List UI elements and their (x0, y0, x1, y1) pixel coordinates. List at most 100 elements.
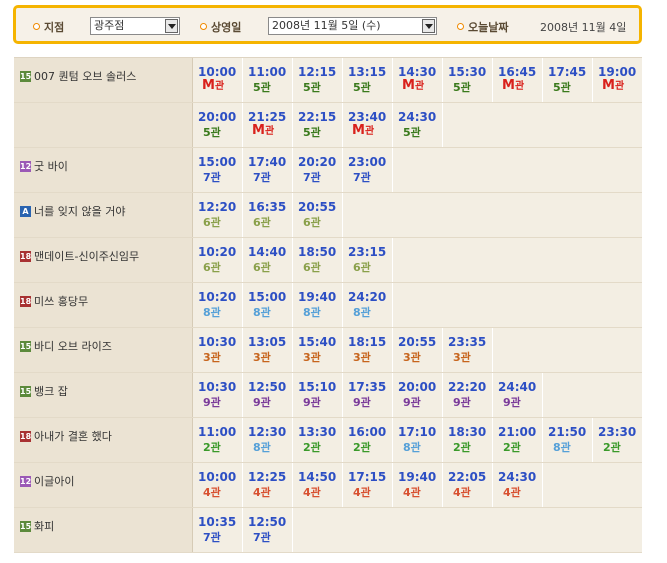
showtime-slot[interactable]: 22:05 4관 (443, 463, 493, 507)
showtime-slot[interactable]: 15:10 9관 (293, 373, 343, 417)
showtime-slot[interactable]: 23:30 2관 (593, 418, 643, 462)
showtime-time: 14:40 (248, 245, 287, 259)
showtime-slot[interactable]: 22:15 5관 (293, 103, 343, 147)
showtime-slot[interactable]: 23:40 M관 (343, 103, 393, 147)
movie-title: 너를 잊지 않을 거야 (34, 205, 126, 218)
filter-bar: 지점 광주점 상영일 2008년 11월 5일 (수) 오늘날짜 2008년 1… (13, 5, 642, 44)
showtime-slot[interactable]: 16:35 6관 (243, 193, 293, 237)
showtime-slot[interactable]: 20:55 3관 (393, 328, 443, 372)
showtime-slot[interactable]: 19:40 8관 (293, 283, 343, 327)
showtime-slot[interactable]: 20:00 5관 (193, 103, 243, 147)
showtime-slot[interactable]: 18:50 6관 (293, 238, 343, 282)
hall-label: 9관 (203, 396, 221, 409)
branch-select[interactable]: 광주점 (90, 17, 180, 35)
showtime-time: 24:40 (498, 380, 537, 394)
showtime-slot[interactable]: 12:30 8관 (243, 418, 293, 462)
showtime-slot[interactable]: 15:30 5관 (443, 58, 493, 102)
movie-title-link[interactable]: 15 뱅크 잡 (20, 385, 68, 399)
showtime-slot[interactable]: 20:00 9관 (393, 373, 443, 417)
movie-title-link[interactable]: 18 미쓰 홍당무 (20, 295, 88, 309)
showtime-slot[interactable]: 11:00 2관 (193, 418, 243, 462)
movie-title-link[interactable]: 12 이글아이 (20, 475, 74, 489)
hall-label: 2관 (353, 441, 371, 454)
showtime-time: 14:30 (398, 65, 437, 79)
showtime-slot[interactable]: 16:00 2관 (343, 418, 393, 462)
showtime-time: 21:00 (498, 425, 537, 439)
showtime-slot[interactable]: 17:40 7관 (243, 148, 293, 192)
showtime-slot[interactable]: 19:00 M관 (593, 58, 643, 102)
showtime-time: 10:20 (198, 245, 237, 259)
hall-label: 2관 (453, 441, 471, 454)
showtimes-cell: 10:00 M관 11:00 5관 12:15 5관 13:15 5관 14:30 M관 15:30… (193, 58, 643, 102)
showtime-slot[interactable]: 20:20 7관 (293, 148, 343, 192)
movie-title-link[interactable]: A 너를 잊지 않을 거야 (20, 205, 125, 219)
showtime-time: 23:30 (598, 425, 637, 439)
showtime-slot[interactable]: 21:50 8관 (543, 418, 593, 462)
showtime-slot[interactable]: 17:45 5관 (543, 58, 593, 102)
showtime-slot[interactable]: 14:40 6관 (243, 238, 293, 282)
showtime-slot[interactable]: 17:10 8관 (393, 418, 443, 462)
rating-badge-icon: 12 (20, 161, 32, 172)
showtime-slot[interactable]: 15:00 8관 (243, 283, 293, 327)
showtime-slot[interactable]: 23:35 3관 (443, 328, 493, 372)
movie-title-link[interactable]: 18 아내가 결혼 했다 (20, 430, 112, 444)
rating-badge-icon: 18 (20, 296, 32, 307)
showtime-slot[interactable]: 13:30 2관 (293, 418, 343, 462)
movie-cell: A 너를 잊지 않을 거야 (14, 193, 192, 237)
showtime-slot[interactable]: 21:25 M관 (243, 103, 293, 147)
movie-title-link[interactable]: 15 007 퀀텀 오브 솔러스 (20, 70, 136, 84)
dropdown-arrow-icon[interactable] (165, 19, 178, 33)
showtime-slot[interactable]: 12:15 5관 (293, 58, 343, 102)
showtime-slot[interactable]: 24:40 9관 (493, 373, 543, 417)
movie-title-link[interactable]: 15 바디 오브 라이즈 (20, 340, 112, 354)
showtime-slot[interactable]: 10:30 3관 (193, 328, 243, 372)
showtime-slot[interactable]: 23:15 6관 (343, 238, 393, 282)
showtime-time: 17:35 (348, 380, 387, 394)
showtime-slot[interactable]: 12:50 7관 (243, 508, 293, 552)
showtime-slot[interactable]: 17:15 4관 (343, 463, 393, 507)
showtime-slot[interactable]: 24:30 5관 (393, 103, 443, 147)
showtimes-cell: 20:00 5관 21:25 M관 22:15 5관 23:40 M관 24:30 5관 (193, 103, 642, 147)
rating-badge-icon: A (20, 206, 31, 217)
showtime-slot[interactable]: 13:05 3관 (243, 328, 293, 372)
movie-row: 12 굿 바이 15:00 7관 17:40 7관 20:20 7관 23:00 7관 (14, 148, 642, 193)
showtime-slot[interactable]: 18:15 3관 (343, 328, 393, 372)
showtime-slot[interactable]: 15:00 7관 (193, 148, 243, 192)
showtime-slot[interactable]: 22:20 9관 (443, 373, 493, 417)
showtime-slot[interactable]: 12:50 9관 (243, 373, 293, 417)
showtime-slot[interactable]: 10:20 6관 (193, 238, 243, 282)
showtime-time: 18:15 (348, 335, 387, 349)
showtime-slot[interactable]: 10:35 7관 (193, 508, 243, 552)
hall-label: 9관 (403, 396, 421, 409)
showtime-slot[interactable]: 18:30 2관 (443, 418, 493, 462)
showtime-slot[interactable]: 12:25 4관 (243, 463, 293, 507)
showtime-slot[interactable]: 20:55 6관 (293, 193, 343, 237)
showtime-slot[interactable]: 10:00 4관 (193, 463, 243, 507)
showtime-slot[interactable]: 13:15 5관 (343, 58, 393, 102)
showtime-slot[interactable]: 11:00 5관 (243, 58, 293, 102)
movie-title-link[interactable]: 12 굿 바이 (20, 160, 68, 174)
movie-title-link[interactable]: 15 화피 (20, 520, 54, 534)
movie-title-link[interactable]: 18 맨데이트-신이주신임무 (20, 250, 139, 264)
showtime-slot[interactable]: 10:30 9관 (193, 373, 243, 417)
showtime-slot[interactable]: 10:00 M관 (193, 58, 243, 102)
showtime-slot[interactable]: 17:35 9관 (343, 373, 393, 417)
dropdown-arrow-icon[interactable] (422, 19, 435, 33)
showtime-slot[interactable]: 10:20 8관 (193, 283, 243, 327)
showtime-slot[interactable]: 14:30 M관 (393, 58, 443, 102)
hall-label: 7관 (203, 171, 221, 184)
hall-label: 9관 (453, 396, 471, 409)
showtime-time: 18:30 (448, 425, 487, 439)
movie-title: 아내가 결혼 했다 (34, 430, 112, 443)
showtime-time: 13:15 (348, 65, 387, 79)
showtime-slot[interactable]: 23:00 7관 (343, 148, 393, 192)
showtime-slot[interactable]: 24:20 8관 (343, 283, 393, 327)
date-select[interactable]: 2008년 11월 5일 (수) (268, 17, 437, 35)
showtime-slot[interactable]: 14:50 4관 (293, 463, 343, 507)
showtime-slot[interactable]: 12:20 6관 (193, 193, 243, 237)
showtime-slot[interactable]: 15:40 3관 (293, 328, 343, 372)
showtime-slot[interactable]: 21:00 2관 (493, 418, 543, 462)
showtime-slot[interactable]: 16:45 M관 (493, 58, 543, 102)
showtime-slot[interactable]: 19:40 4관 (393, 463, 443, 507)
showtime-slot[interactable]: 24:30 4관 (493, 463, 543, 507)
